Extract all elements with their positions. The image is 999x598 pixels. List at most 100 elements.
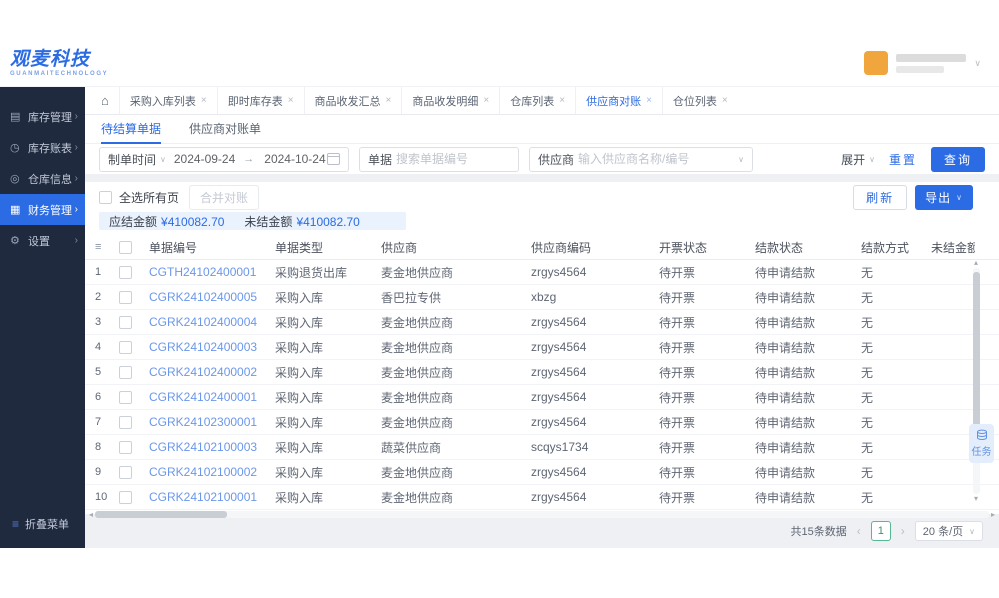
order-number-link[interactable]: CGRK24102300001 xyxy=(149,415,257,429)
brand-name: 观麦科技 xyxy=(10,50,108,69)
row-checkbox[interactable] xyxy=(119,391,132,404)
close-icon[interactable]: × xyxy=(722,95,728,106)
sidebar-item[interactable]: ▤ 库存管理 › xyxy=(0,101,85,132)
table-row[interactable]: 7 CGRK24102300001 采购入库 麦金地供应商 zrgys4564 … xyxy=(85,410,999,435)
vertical-scrollbar[interactable]: ▴ ▾ xyxy=(971,259,981,503)
table-row[interactable]: 6 CGRK24102400001 采购入库 麦金地供应商 zrgys4564 … xyxy=(85,385,999,410)
column-header[interactable]: 单据编号 xyxy=(149,239,275,256)
header-checkbox[interactable] xyxy=(119,241,132,254)
page-tab[interactable]: 采购入库列表 × xyxy=(119,87,217,114)
date-from-value[interactable]: 2024-09-24 xyxy=(174,152,235,166)
select-all-checkbox[interactable] xyxy=(99,191,112,204)
page-tab[interactable]: 仓位列表 × xyxy=(662,87,738,114)
sidebar-item[interactable]: ◷ 库存账表 › xyxy=(0,132,85,163)
scroll-down-icon[interactable]: ▾ xyxy=(974,495,978,503)
export-button[interactable]: 导出 ∨ xyxy=(915,185,973,210)
query-button[interactable]: 查询 xyxy=(931,147,985,172)
collapse-menu-button[interactable]: ≡ 折叠菜单 xyxy=(12,516,69,532)
pagination: 共15条数据 ‹ 1 › 20 条/页 ∨ xyxy=(85,514,999,548)
table-row[interactable]: 2 CGRK24102400005 采购入库 香巴拉专供 xbzg 待开票 待申… xyxy=(85,285,999,310)
supplier-search-input[interactable] xyxy=(578,152,738,166)
column-settings-icon[interactable]: ≡ xyxy=(95,241,101,253)
row-checkbox[interactable] xyxy=(119,291,132,304)
order-number-link[interactable]: CGRK24102100003 xyxy=(149,440,257,454)
table-row[interactable]: 4 CGRK24102400003 采购入库 麦金地供应商 zrgys4564 … xyxy=(85,335,999,360)
sidebar-item[interactable]: ◎ 仓库信息 › xyxy=(0,163,85,194)
page-tab[interactable]: 即时库存表 × xyxy=(217,87,304,114)
settle-method-cell: 无 xyxy=(861,414,931,431)
close-icon[interactable]: × xyxy=(646,95,652,106)
merge-reconcile-button[interactable]: 合并对账 xyxy=(189,185,259,210)
row-checkbox[interactable] xyxy=(119,316,132,329)
order-number-link[interactable]: CGRK24102100001 xyxy=(149,490,257,504)
avatar[interactable] xyxy=(864,51,888,75)
column-header[interactable]: 结款方式 xyxy=(861,239,931,256)
column-header[interactable]: 供应商 xyxy=(381,239,531,256)
sidebar-item[interactable]: ▦ 财务管理 › xyxy=(0,194,85,225)
home-icon[interactable]: ⌂ xyxy=(91,87,119,114)
close-icon[interactable]: × xyxy=(288,95,294,106)
row-checkbox[interactable] xyxy=(119,341,132,354)
column-header[interactable]: 供应商编码 xyxy=(531,239,659,256)
horizontal-scrollbar[interactable]: ◂ ▸ xyxy=(85,510,999,519)
row-checkbox[interactable] xyxy=(119,491,132,504)
prev-page-icon[interactable]: ‹ xyxy=(857,524,861,538)
close-icon[interactable]: × xyxy=(483,95,489,106)
table-row[interactable]: 3 CGRK24102400004 采购入库 麦金地供应商 zrgys4564 … xyxy=(85,310,999,335)
current-page[interactable]: 1 xyxy=(871,521,891,541)
table-row[interactable]: 10 CGRK24102100001 采购入库 麦金地供应商 zrgys4564… xyxy=(85,485,999,510)
scrollbar-track[interactable] xyxy=(95,511,989,518)
column-header[interactable]: 结款状态 xyxy=(755,239,861,256)
scrollbar-thumb[interactable] xyxy=(95,511,227,518)
date-to-value[interactable]: 2024-10-24 xyxy=(264,152,325,166)
scroll-up-icon[interactable]: ▴ xyxy=(974,259,978,267)
row-checkbox[interactable] xyxy=(119,416,132,429)
invoice-status-cell: 待开票 xyxy=(659,489,755,506)
settle-method-cell: 无 xyxy=(861,314,931,331)
page-tab[interactable]: 商品收发明细 × xyxy=(401,87,499,114)
order-number-link[interactable]: CGRK24102400005 xyxy=(149,290,257,304)
page-size-select[interactable]: 20 条/页 ∨ xyxy=(915,521,983,541)
select-all-pages[interactable]: 全选所有页 xyxy=(99,189,179,206)
table-row[interactable]: 9 CGRK24102100002 采购入库 麦金地供应商 zrgys4564 … xyxy=(85,460,999,485)
close-icon[interactable]: × xyxy=(386,95,392,106)
close-icon[interactable]: × xyxy=(201,95,207,106)
refresh-button[interactable]: 刷新 xyxy=(853,185,907,210)
row-checkbox[interactable] xyxy=(119,366,132,379)
reset-button[interactable]: 重置 xyxy=(885,151,921,168)
page-tab[interactable]: 商品收发汇总 × xyxy=(304,87,402,114)
supplier-code-cell: zrgys4564 xyxy=(531,490,659,504)
sub-tab[interactable]: 待结算单据 xyxy=(101,115,161,144)
column-header[interactable]: 单据类型 xyxy=(275,239,381,256)
table-body: 1 CGTH24102400001 采购退货出库 麦金地供应商 zrgys456… xyxy=(85,260,999,510)
settle-status-cell: 待申请结款 xyxy=(755,289,861,306)
date-range-filter[interactable]: 制单时间 ∨ 2024-09-24 → 2024-10-24 xyxy=(99,147,349,172)
next-page-icon[interactable]: › xyxy=(901,524,905,538)
order-number-link[interactable]: CGRK24102400002 xyxy=(149,365,257,379)
page-tab[interactable]: 仓库列表 × xyxy=(499,87,575,114)
column-header[interactable]: 未结金额 xyxy=(931,239,975,256)
user-menu[interactable]: ∨ xyxy=(864,51,981,75)
scroll-left-icon[interactable]: ◂ xyxy=(89,511,93,519)
close-icon[interactable]: × xyxy=(559,95,565,106)
row-checkbox[interactable] xyxy=(119,266,132,279)
page-tab[interactable]: 供应商对账 × xyxy=(575,87,662,114)
order-number-link[interactable]: CGRK24102100002 xyxy=(149,465,257,479)
order-number-link[interactable]: CGTH24102400001 xyxy=(149,265,256,279)
expand-filters-toggle[interactable]: 展开 ∨ xyxy=(841,151,875,168)
task-panel-toggle[interactable]: 任务 xyxy=(969,424,994,463)
order-type-cell: 采购入库 xyxy=(275,489,381,506)
table-row[interactable]: 1 CGTH24102400001 采购退货出库 麦金地供应商 zrgys456… xyxy=(85,260,999,285)
row-checkbox[interactable] xyxy=(119,441,132,454)
order-search-input[interactable] xyxy=(396,152,510,166)
scroll-right-icon[interactable]: ▸ xyxy=(991,511,995,519)
table-row[interactable]: 5 CGRK24102400002 采购入库 麦金地供应商 zrgys4564 … xyxy=(85,360,999,385)
order-number-link[interactable]: CGRK24102400003 xyxy=(149,340,257,354)
row-checkbox[interactable] xyxy=(119,466,132,479)
sidebar-item[interactable]: ⚙ 设置 › xyxy=(0,225,85,256)
table-row[interactable]: 8 CGRK24102100003 采购入库 蔬菜供应商 scqys1734 待… xyxy=(85,435,999,460)
sub-tab[interactable]: 供应商对账单 xyxy=(189,115,261,144)
column-header[interactable]: 开票状态 xyxy=(659,239,755,256)
order-number-link[interactable]: CGRK24102400001 xyxy=(149,390,257,404)
order-number-link[interactable]: CGRK24102400004 xyxy=(149,315,257,329)
